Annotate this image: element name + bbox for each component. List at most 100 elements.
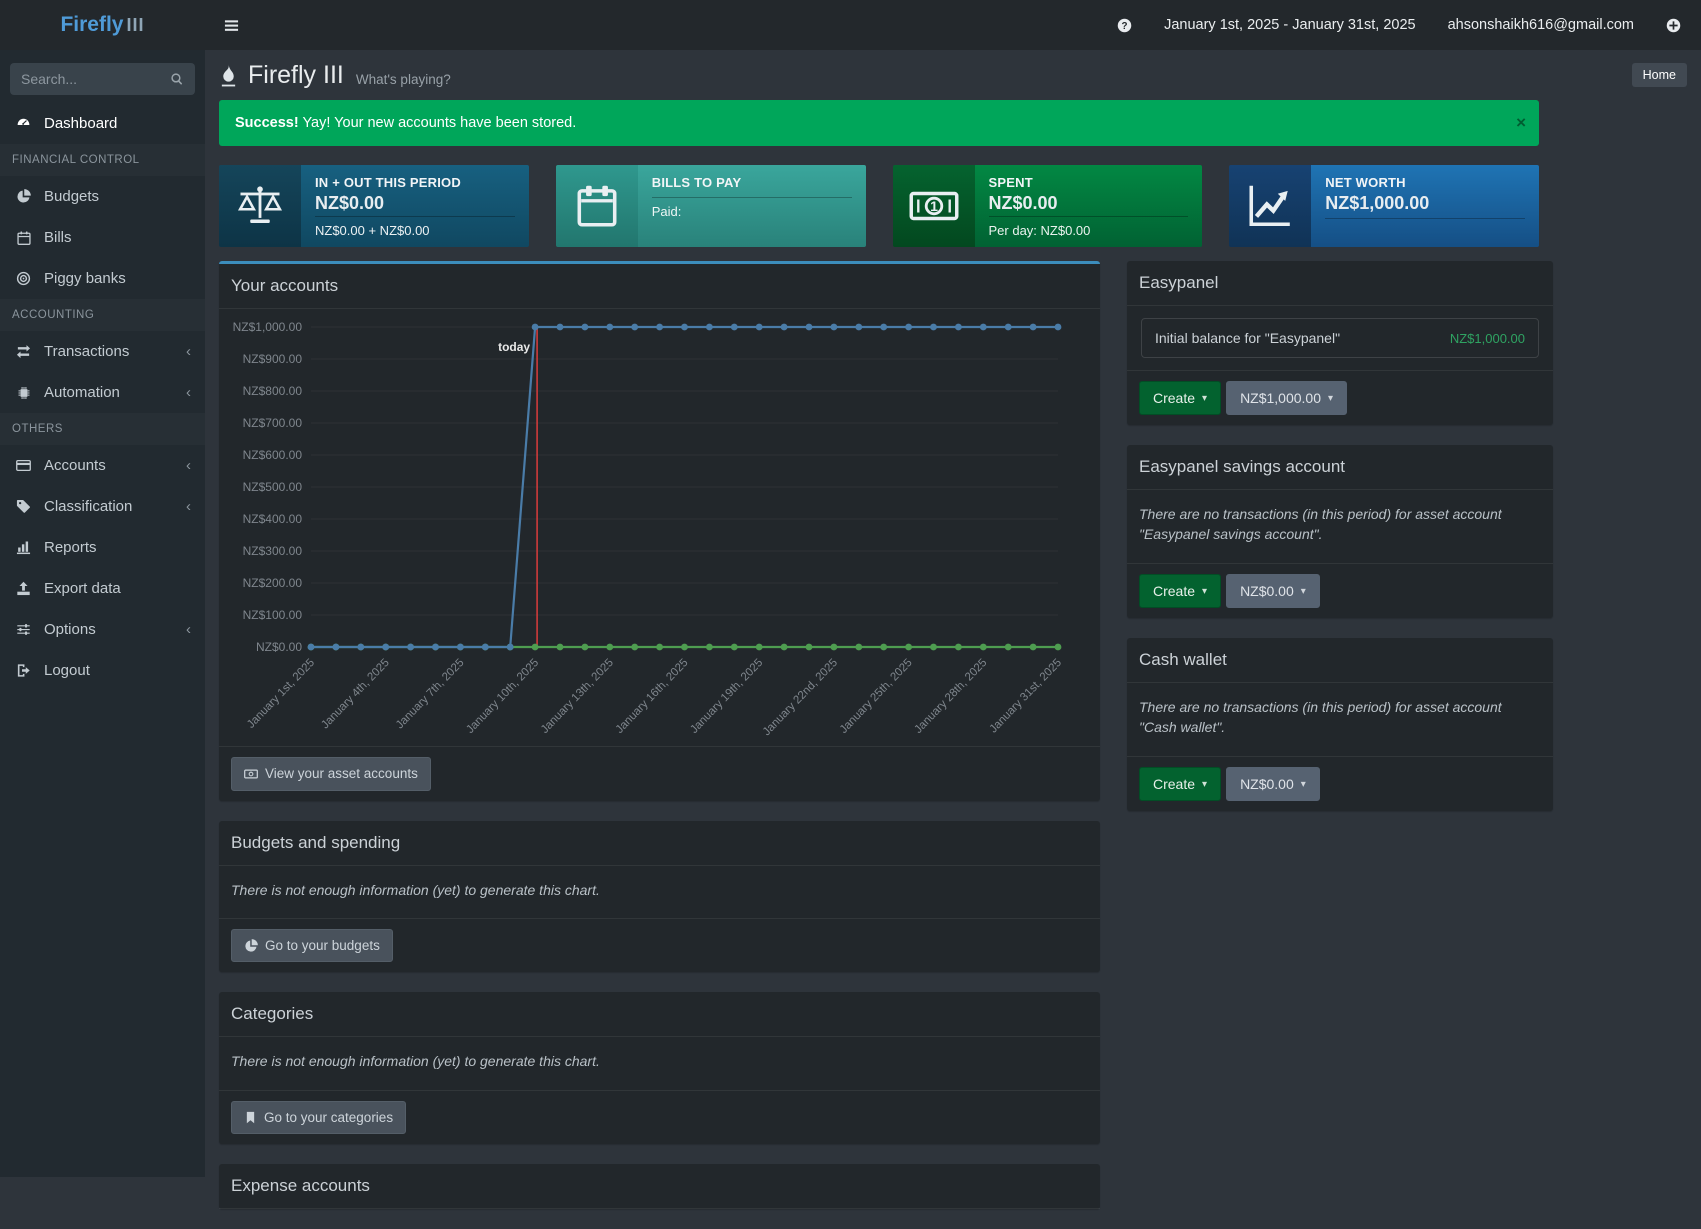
- sidebar-item-dashboard[interactable]: Dashboard: [0, 103, 205, 144]
- account-card-easypanel: EasypanelInitial balance for "Easypanel"…: [1127, 261, 1553, 425]
- balance-dropdown[interactable]: NZ$0.00▾: [1226, 574, 1320, 608]
- expense-accounts-panel: Expense accounts: [219, 1164, 1100, 1209]
- sidebar-item-label: Accounts: [44, 457, 106, 474]
- infobox-label: IN + OUT THIS PERIOD: [315, 175, 515, 190]
- create-button-label: Create: [1153, 389, 1195, 407]
- top-navbar: ? January 1st, 2025 - January 31st, 2025…: [205, 0, 1701, 50]
- create-button[interactable]: Create▾: [1139, 381, 1221, 415]
- sidebar-item-reports[interactable]: Reports: [0, 527, 205, 568]
- svg-text:January 22nd, 2025: January 22nd, 2025: [761, 657, 840, 738]
- sidebar-item-label: Piggy banks: [44, 270, 126, 287]
- chevron-left-icon: ‹: [186, 458, 191, 473]
- dashboard-icon: [14, 116, 33, 131]
- account-card-empty-message: There are no transactions (in this perio…: [1139, 506, 1502, 542]
- sidebar-item-accounts[interactable]: Accounts ‹: [0, 445, 205, 486]
- infobox-in-out-this-period: IN + OUT THIS PERIODNZ$0.00NZ$0.00 + NZ$…: [219, 165, 529, 247]
- sidebar-menu: DashboardFINANCIAL CONTROLBudgetsBillsPi…: [0, 103, 205, 691]
- bar-chart-icon: [14, 540, 33, 555]
- infobox-footer: Paid:: [652, 198, 852, 219]
- sidebar-item-piggy-banks[interactable]: Piggy banks: [0, 258, 205, 299]
- sidebar-item-automation[interactable]: Automation‹: [0, 372, 205, 413]
- money-bill-icon: [244, 767, 258, 781]
- transaction-description-link[interactable]: Initial balance for "Easypanel": [1155, 330, 1340, 346]
- breadcrumb-home[interactable]: Home: [1632, 63, 1687, 87]
- view-asset-accounts-button[interactable]: View your asset accounts: [231, 757, 431, 791]
- go-to-budgets-button[interactable]: Go to your budgets: [231, 929, 393, 963]
- infobox-value: NZ$1,000.00: [1325, 193, 1525, 214]
- sidebar-item-label: Transactions: [44, 343, 129, 360]
- sidebar-item-label: Bills: [44, 229, 72, 246]
- microchip-icon: [14, 386, 33, 400]
- sidebar-item-label: Classification: [44, 498, 132, 515]
- svg-text:1: 1: [930, 198, 938, 214]
- balance-dropdown[interactable]: NZ$1,000.00▾: [1226, 381, 1347, 415]
- svg-text:NZ$200.00: NZ$200.00: [243, 576, 303, 590]
- dashboard-columns: Your accounts NZ$0.00NZ$100.00NZ$200.00N…: [219, 261, 1539, 1229]
- sidebar-item-export-data[interactable]: Export data: [0, 568, 205, 609]
- infobox-net-worth: NET WORTHNZ$1,000.00: [1229, 165, 1539, 247]
- categories-panel-footer: Go to your categories: [219, 1090, 1100, 1145]
- infobox-footer: [1325, 219, 1525, 238]
- create-button-label: Create: [1153, 582, 1195, 600]
- alert-close-icon[interactable]: ×: [1516, 113, 1526, 133]
- fire-icon: [219, 64, 238, 87]
- svg-text:NZ$0.00: NZ$0.00: [256, 640, 302, 654]
- sidebar-item-classification[interactable]: Classification‹: [0, 486, 205, 527]
- sidebar-item-label: Options: [44, 621, 96, 638]
- create-button[interactable]: Create▾: [1139, 767, 1221, 801]
- help-icon[interactable]: ?: [1117, 18, 1132, 33]
- sidebar-item-options[interactable]: Options‹: [0, 609, 205, 650]
- account-card-footer: Create▾NZ$1,000.00▾: [1127, 370, 1553, 425]
- caret-down-icon: ▾: [1328, 391, 1333, 405]
- infobox-footer: Per day: NZ$0.00: [989, 217, 1189, 238]
- sidebar-item-bills[interactable]: Bills: [0, 217, 205, 258]
- sidebar-item-transactions[interactable]: Transactions‹: [0, 331, 205, 372]
- svg-text:January 25th, 2025: January 25th, 2025: [838, 657, 915, 736]
- svg-text:?: ?: [1122, 20, 1128, 31]
- account-card-title: Easypanel savings account: [1127, 445, 1553, 490]
- plus-circle-icon[interactable]: [1666, 18, 1681, 33]
- main-column: Your accounts NZ$0.00NZ$100.00NZ$200.00N…: [219, 261, 1100, 1229]
- svg-text:NZ$500.00: NZ$500.00: [243, 480, 303, 494]
- create-button[interactable]: Create▾: [1139, 574, 1221, 608]
- svg-text:NZ$300.00: NZ$300.00: [243, 544, 303, 558]
- go-to-categories-button[interactable]: Go to your categories: [231, 1101, 406, 1135]
- hamburger-menu-icon[interactable]: [205, 0, 258, 50]
- infobox-row: IN + OUT THIS PERIODNZ$0.00NZ$0.00 + NZ$…: [219, 165, 1539, 247]
- sidebar-item-label: Budgets: [44, 188, 99, 205]
- calendar-icon: [14, 231, 33, 245]
- balance-dropdown[interactable]: NZ$0.00▾: [1226, 767, 1320, 801]
- upload-icon: [14, 581, 33, 596]
- infobox-label: BILLS TO PAY: [652, 175, 852, 190]
- infobox-value: NZ$0.00: [315, 193, 515, 214]
- accounts-chart-body: NZ$0.00NZ$100.00NZ$200.00NZ$300.00NZ$400…: [219, 309, 1100, 746]
- svg-text:January 28th, 2025: January 28th, 2025: [912, 657, 989, 736]
- sliders-icon: [14, 622, 33, 637]
- svg-text:January 10th, 2025: January 10th, 2025: [464, 657, 541, 736]
- logo-brand: Firefly: [60, 13, 123, 37]
- search-input[interactable]: [21, 71, 170, 87]
- sidebar-item-label: Dashboard: [44, 115, 117, 132]
- go-to-budgets-label: Go to your budgets: [265, 937, 380, 955]
- calendar-lg-icon: [556, 165, 638, 247]
- categories-empty-message: There is not enough information (yet) to…: [231, 1053, 600, 1069]
- categories-panel: Categories There is not enough informati…: [219, 992, 1100, 1144]
- budgets-panel-body: There is not enough information (yet) to…: [219, 866, 1100, 918]
- svg-text:NZ$1,000.00: NZ$1,000.00: [233, 320, 303, 334]
- infobox-body: IN + OUT THIS PERIODNZ$0.00NZ$0.00 + NZ$…: [301, 165, 529, 247]
- sidebar-item-budgets[interactable]: Budgets: [0, 176, 205, 217]
- caret-down-icon: ▾: [1202, 777, 1207, 791]
- sidebar-item-logout[interactable]: Logout: [0, 650, 205, 691]
- user-email[interactable]: ahsonshaikh616@gmail.com: [1448, 17, 1634, 33]
- balance-dropdown-label: NZ$0.00: [1240, 582, 1294, 600]
- svg-text:NZ$100.00: NZ$100.00: [243, 608, 303, 622]
- success-alert: Success! Yay! Your new accounts have bee…: [219, 100, 1539, 146]
- account-card-easypanel-savings-account: Easypanel savings account There are no tr…: [1127, 445, 1553, 618]
- app-logo[interactable]: Firefly III: [0, 0, 205, 50]
- account-card-empty-message: There are no transactions (in this perio…: [1139, 699, 1502, 735]
- date-range[interactable]: January 1st, 2025 - January 31st, 2025: [1164, 17, 1416, 33]
- svg-text:NZ$900.00: NZ$900.00: [243, 352, 303, 366]
- search-icon[interactable]: [170, 72, 184, 86]
- bookmark-icon: [244, 1111, 257, 1124]
- sign-out-icon: [14, 663, 33, 678]
